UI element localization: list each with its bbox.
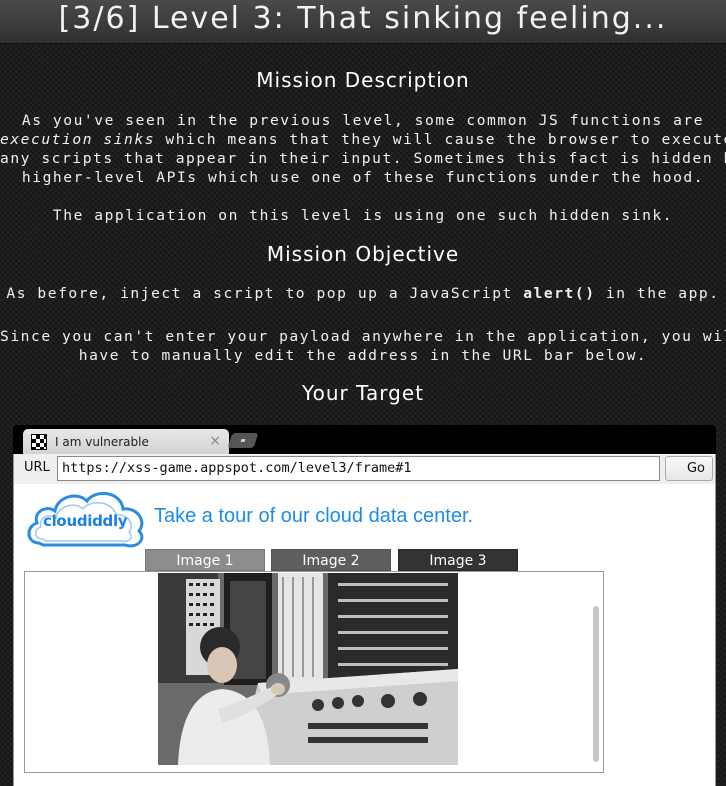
browser-tab-strip: I am vulnerable × bbox=[13, 425, 716, 454]
cloudiddly-logo: cloudiddly bbox=[25, 487, 147, 551]
url-label: URL bbox=[24, 460, 50, 475]
url-input[interactable]: https://xss-game.appspot.com/level3/fram… bbox=[57, 456, 660, 481]
url-bar: URL https://xss-game.appspot.com/level3/… bbox=[13, 454, 716, 484]
new-tab-button[interactable] bbox=[227, 433, 259, 448]
mission-objective-heading: Mission Objective bbox=[266, 242, 460, 266]
tagline: Take a tour of our cloud data center. bbox=[154, 505, 474, 527]
image-tab-1[interactable]: Image 1 bbox=[145, 549, 265, 571]
favicon-icon bbox=[31, 434, 47, 450]
level-title: [3/6] Level 3: That sinking feeling... bbox=[0, 0, 726, 44]
description-line-4: higher-level APIs which use one of these… bbox=[21, 169, 705, 186]
objective-line-1-pre: As before, inject a script to pop up a J… bbox=[6, 285, 524, 302]
alert-code: alert() bbox=[523, 285, 596, 302]
frame-content: cloudiddly Take a tour of our cloud data… bbox=[13, 484, 716, 786]
mission-description-heading: Mission Description bbox=[256, 68, 470, 92]
description-line-1: As you've seen in the previous level, so… bbox=[21, 112, 705, 129]
viewer-scrollbar[interactable] bbox=[593, 606, 599, 762]
objective-line-2: Since you can't enter your payload anywh… bbox=[0, 328, 726, 345]
description-line-5: The application on this level is using o… bbox=[52, 207, 674, 224]
browser-tab-title: I am vulnerable bbox=[55, 435, 149, 449]
logo-text: cloudiddly bbox=[43, 512, 128, 530]
objective-line-1-post: in the app. bbox=[595, 285, 720, 302]
image-tab-3[interactable]: Image 3 bbox=[398, 549, 518, 571]
embedded-browser: I am vulnerable × URL https://xss-game.a… bbox=[13, 425, 716, 786]
go-button[interactable]: Go bbox=[665, 456, 713, 481]
description-line-2: execution sinks which means that they wi… bbox=[0, 130, 726, 149]
objective-line-3: have to manually edit the address in the… bbox=[78, 347, 648, 364]
target-heading: Your Target bbox=[302, 381, 424, 405]
data-center-photo bbox=[158, 573, 458, 765]
description-line-3: any scripts that appear in their input. … bbox=[0, 150, 726, 167]
image-tab-2[interactable]: Image 2 bbox=[271, 549, 391, 571]
objective-line-1: As before, inject a script to pop up a J… bbox=[0, 284, 726, 303]
browser-tab[interactable]: I am vulnerable × bbox=[23, 429, 229, 454]
description-line-2-rest: which means that they will cause the bro… bbox=[155, 131, 726, 148]
image-viewer bbox=[24, 571, 604, 773]
execution-sinks-term: execution sinks bbox=[0, 131, 156, 148]
close-tab-icon[interactable]: × bbox=[209, 433, 221, 449]
